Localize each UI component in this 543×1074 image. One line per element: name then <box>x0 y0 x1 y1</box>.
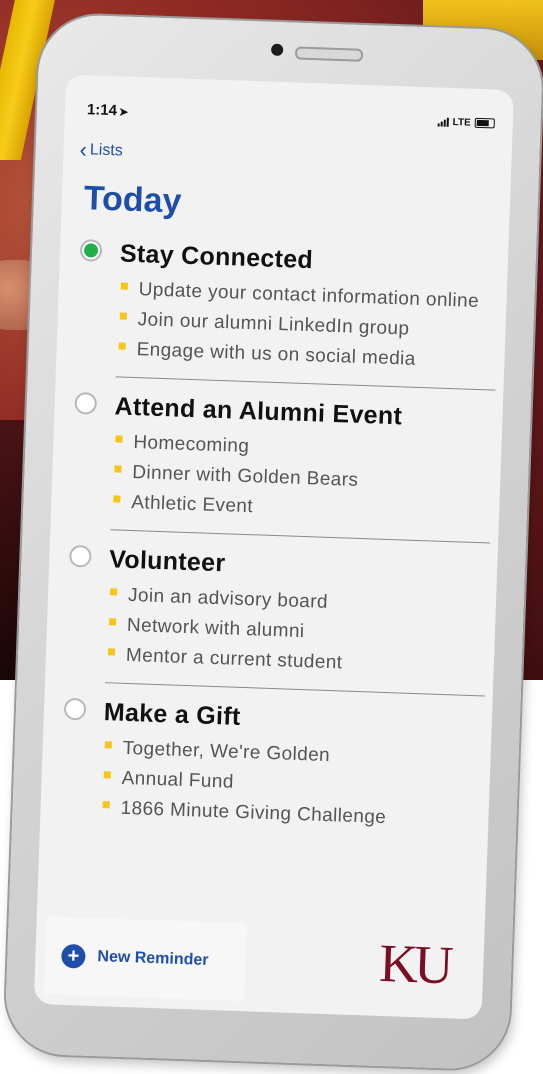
screen-footer: + New Reminder KU <box>34 908 485 1020</box>
plus-icon: + <box>61 943 86 969</box>
back-button-label: Lists <box>89 141 124 160</box>
status-indicators: LTE <box>437 116 495 129</box>
network-label: LTE <box>452 116 471 129</box>
divider <box>104 682 485 697</box>
divider <box>110 529 491 544</box>
reminder-group: Make a Gift Together, We're Golden Annua… <box>54 696 484 837</box>
reminder-title[interactable]: Stay Connected <box>119 238 500 281</box>
page-title: Today <box>83 179 183 221</box>
back-button[interactable]: ‹ Lists <box>79 136 124 163</box>
reminder-group: Attend an Alumni Event Homecoming Dinner… <box>65 390 495 531</box>
subtask-list: Join an advisory board Network with alum… <box>105 580 488 683</box>
status-time: 1:14➤ <box>87 101 129 119</box>
reminder-group: Stay Connected Update your contact infor… <box>70 237 500 378</box>
checkbox-empty-icon[interactable] <box>69 544 92 568</box>
divider <box>115 376 496 391</box>
phone-screen: 1:14➤ LTE ‹ Lists Today Stay Connected U… <box>33 74 514 1020</box>
new-reminder-label: New Reminder <box>97 948 209 969</box>
ku-logo: KU <box>378 932 451 996</box>
subtask-list: Together, We're Golden Annual Fund 1866 … <box>100 733 483 836</box>
speaker-grille <box>294 46 364 62</box>
reminder-group: Volunteer Join an advisory board Network… <box>59 543 489 684</box>
checkbox-empty-icon[interactable] <box>63 697 87 721</box>
reminder-title[interactable]: Attend an Alumni Event <box>114 391 495 434</box>
chevron-left-icon: ‹ <box>79 136 88 163</box>
battery-icon <box>474 117 495 129</box>
checkbox-empty-icon[interactable] <box>74 391 98 415</box>
subtask-list: Update your contact information online J… <box>116 274 499 377</box>
reminder-list: Stay Connected Update your contact infor… <box>54 237 500 837</box>
reminder-title[interactable]: Make a Gift <box>103 697 484 740</box>
front-camera-icon <box>270 43 284 57</box>
status-time-text: 1:14 <box>86 100 118 119</box>
phone-illustration: 1:14➤ LTE ‹ Lists Today Stay Connected U… <box>0 0 543 1074</box>
phone-body: 1:14➤ LTE ‹ Lists Today Stay Connected U… <box>4 13 543 1071</box>
reminder-title[interactable]: Volunteer <box>109 544 490 587</box>
checkbox-checked-icon[interactable] <box>79 239 103 262</box>
location-arrow-icon: ➤ <box>118 105 129 119</box>
status-bar: 1:14➤ LTE <box>87 99 495 133</box>
signal-icon <box>437 117 449 127</box>
new-reminder-button[interactable]: + New Reminder <box>44 916 247 1002</box>
subtask-list: Homecoming Dinner with Golden Bears Athl… <box>111 427 494 530</box>
